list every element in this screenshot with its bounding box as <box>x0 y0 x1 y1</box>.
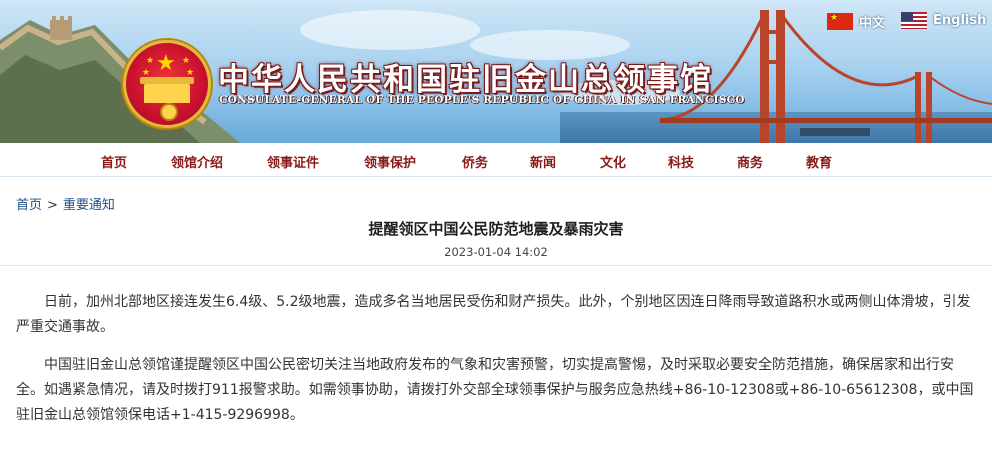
breadcrumb-current-link[interactable]: 重要通知 <box>63 198 115 213</box>
article-title: 提醒领区中国公民防范地震及暴雨灾害 <box>368 220 624 238</box>
nav-item-home[interactable]: 首页 <box>101 152 127 171</box>
breadcrumb: 首页 > 重要通知 <box>16 194 115 213</box>
nav-item-news[interactable]: 新闻 <box>530 152 556 171</box>
usa-flag-icon <box>901 12 927 29</box>
site-subtitle: CONSULATE-GENERAL OF THE PEOPLE'S REPUBL… <box>219 94 745 106</box>
nav-item-education[interactable]: 教育 <box>806 152 832 171</box>
main-nav: 首页 领馆介绍 领事证件 领事保护 侨务 新闻 文化 科技 商务 教育 <box>0 143 992 177</box>
article-paragraph: 中国驻旧金山总领馆谨提醒领区中国公民密切关注当地政府发布的气象和灾害预警，切实提… <box>16 357 974 423</box>
nav-item-technology[interactable]: 科技 <box>668 152 694 171</box>
nav-item-consular-protection[interactable]: 领事保护 <box>364 152 416 171</box>
divider <box>0 265 992 266</box>
breadcrumb-home-link[interactable]: 首页 <box>16 198 42 213</box>
nav-item-about[interactable]: 领馆介绍 <box>171 152 223 171</box>
site-banner: ★ ★ ★ ★ ★ 中华人民共和国驻旧金山总领事馆 CONSULATE-GENE… <box>0 0 992 143</box>
language-chinese-link[interactable]: ★ 中文 <box>827 12 885 31</box>
national-emblem-icon: ★ ★ ★ ★ ★ <box>123 40 211 128</box>
breadcrumb-separator: > <box>47 198 58 213</box>
cloud <box>300 10 480 50</box>
article-date: 2023-01-04 14:02 <box>444 245 548 259</box>
nav-item-overseas-chinese[interactable]: 侨务 <box>462 152 488 171</box>
language-label: English <box>933 13 987 28</box>
nav-item-culture[interactable]: 文化 <box>600 152 626 171</box>
article-paragraph: 日前，加州北部地区接连发生6.4级、5.2级地震，造成多名当地居民受伤和财产损失… <box>16 294 971 335</box>
nav-item-commerce[interactable]: 商务 <box>737 152 763 171</box>
site-title: 中华人民共和国驻旧金山总领事馆 <box>218 62 713 98</box>
nav-item-consular-documents[interactable]: 领事证件 <box>267 152 319 171</box>
language-label: 中文 <box>859 16 886 31</box>
china-flag-icon: ★ <box>827 13 853 30</box>
language-english-link[interactable]: English <box>901 12 986 29</box>
